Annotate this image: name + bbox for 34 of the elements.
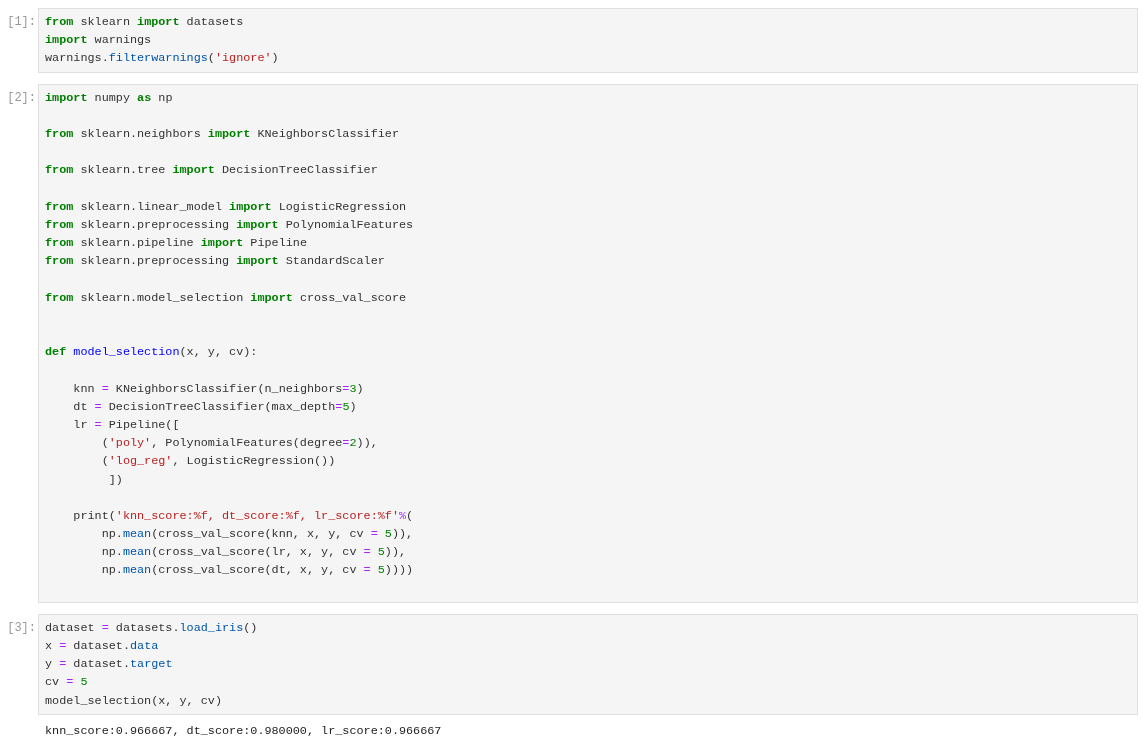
code-line: def model_selection(x, y, cv):	[45, 344, 259, 362]
execution-count: [1]:	[6, 14, 37, 31]
code-line: warnings.filterwarnings('ignore')	[45, 50, 280, 68]
code-line: dataset = datasets.load_iris()	[45, 619, 259, 637]
code-line: np.mean(cross_val_score(dt, x, y, cv = 5))))	[100, 562, 415, 580]
code-line: import numpy as np	[45, 89, 174, 107]
code-line: from sklearn import datasets	[45, 14, 245, 31]
code-line: model_selection(x, y, cv)	[45, 692, 223, 710]
code-line: ('log_reg', LogisticRegression())	[100, 453, 337, 471]
code-cell[interactable]	[38, 83, 1138, 603]
execution-count: [3]:	[6, 619, 37, 637]
code-line: np.mean(cross_val_score(knn, x, y, cv = 5)),	[100, 526, 415, 544]
code-line: knn = KNeighborsClassifier(n_neighbors=3)	[72, 380, 365, 398]
execution-count: [2]:	[6, 89, 37, 107]
code-line: print('knn_score:%f, dt_score:%f, lr_score:%f'%(	[72, 507, 415, 525]
code-line: np.mean(cross_val_score(lr, x, y, cv = 5)),	[100, 544, 408, 562]
code-line: y = dataset.target	[45, 656, 174, 674]
code-line: from sklearn.preprocessing import PolynomialFeatures	[45, 216, 415, 234]
code-line: from sklearn.model_selection import cross_val_score	[45, 289, 408, 307]
code-line: x = dataset.data	[45, 638, 160, 655]
code-line: from sklearn.preprocessing import StandardScaler	[45, 253, 386, 271]
code-line: ])	[107, 471, 124, 489]
code-cell[interactable]: from sklearn import datasets import warnings warnings.filterwarnings('ignore')	[38, 8, 1138, 73]
code-line: import warnings	[45, 32, 153, 50]
code-line: cv = 5	[45, 674, 89, 692]
code-line: from sklearn.neighbors import KNeighborsClassifier	[45, 125, 400, 143]
code-line: from sklearn.linear_model import LogisticRegression	[45, 198, 408, 216]
code-line: ('poly', PolynomialFeatures(degree=2)),	[100, 435, 379, 453]
code-line: dt = DecisionTreeClassifier(max_depth=5)	[72, 398, 358, 416]
code-line: from sklearn.pipeline import Pipeline	[45, 235, 308, 253]
code-line: lr = Pipeline([	[72, 416, 181, 434]
code-cell[interactable]: dataset = datasets.load_iris() x = dataset.data y = dataset.target cv = 5 model_selection(x, y, cv)	[38, 613, 1138, 715]
cell-output: knn_score:0.966667, dt_score:0.980000, lr_score:0.966667	[45, 722, 442, 739]
code-line: from sklearn.tree import DecisionTreeClassifier	[45, 162, 379, 180]
